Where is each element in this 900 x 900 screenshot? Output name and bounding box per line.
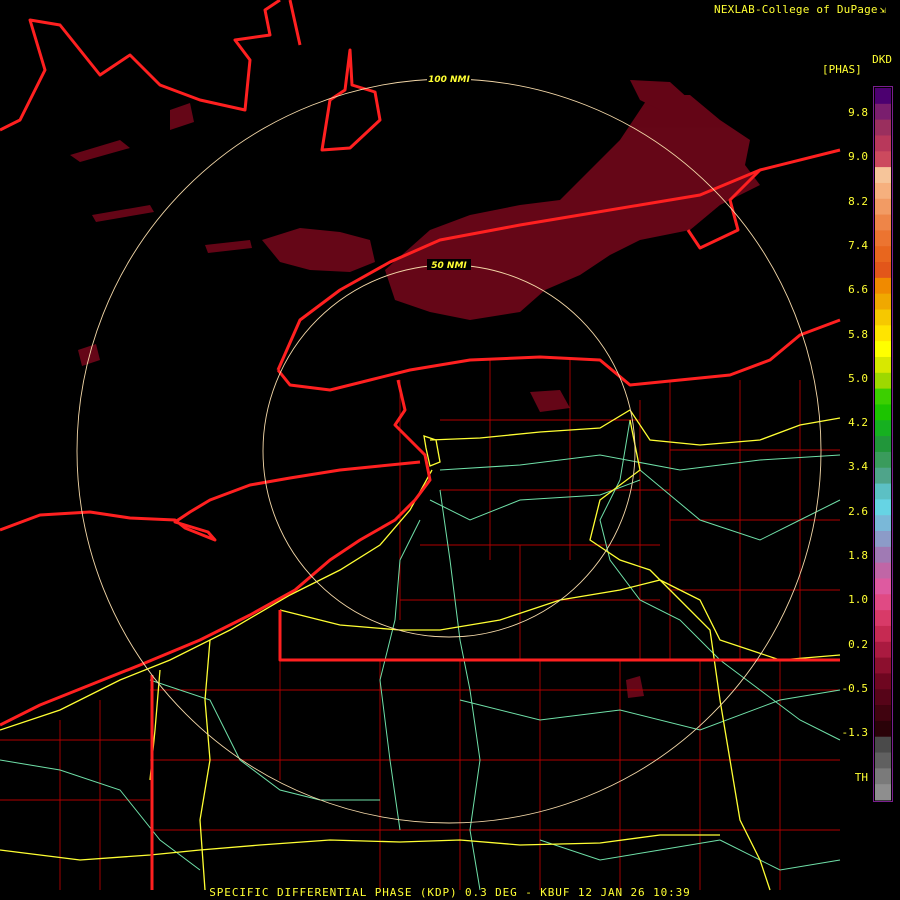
legend-swatch [875, 214, 891, 231]
legend-swatch [875, 610, 891, 627]
legend-swatch [875, 689, 891, 706]
legend-swatch [875, 246, 891, 263]
legend-tick-label: 1.0 [848, 593, 868, 607]
legend-tick-label: 2.6 [848, 504, 868, 518]
legend-swatch [875, 420, 891, 437]
legend-swatch [875, 483, 891, 500]
legend-tick-label: -1.3 [841, 726, 869, 740]
legend-swatch [875, 736, 891, 753]
legend-swatch [875, 546, 891, 564]
legend-swatch [875, 230, 891, 247]
credit-text: NEXLAB-College of DuPage [714, 3, 878, 16]
legend-product: DKD [872, 53, 892, 66]
legend-swatch [875, 293, 891, 310]
legend-swatch [875, 578, 891, 595]
legend-swatch [875, 436, 891, 453]
ring-label-100: 100 NMI [428, 75, 470, 85]
legend-tick-label: 5.8 [848, 327, 868, 341]
legend-swatch [875, 309, 891, 326]
radar-map: 50 NMI 100 NMI [0, 0, 900, 900]
legend-tick-label: TH [854, 770, 868, 784]
legend-swatch [875, 752, 891, 769]
legend-swatch [875, 784, 891, 801]
legend-swatch [875, 88, 891, 105]
legend-tick-label: 6.6 [848, 283, 868, 297]
legend-swatch [875, 467, 891, 484]
legend-swatch [875, 372, 891, 390]
legend-tick-label: -0.5 [841, 681, 869, 695]
legend-swatch [875, 515, 891, 532]
product-caption: SPECIFIC DIFFERENTIAL PHASE (KDP) 0.3 DE… [209, 886, 691, 899]
legend-swatch [875, 404, 891, 421]
legend-tick-label: 4.2 [848, 416, 868, 430]
external-link-icon[interactable]: ⇲ [880, 5, 886, 16]
legend-swatch [875, 341, 891, 358]
legend-swatch [875, 768, 891, 785]
legend-swatch [875, 325, 891, 342]
legend-swatch [875, 135, 891, 152]
legend-swatch [875, 531, 891, 548]
legend-tick-label: 0.2 [848, 637, 868, 651]
legend-swatch [875, 625, 891, 643]
legend-swatch [875, 594, 891, 611]
legend-tick-label: 7.4 [848, 238, 868, 252]
legend-swatch [875, 151, 891, 168]
legend-swatch [875, 657, 891, 674]
legend-tick-label: 3.4 [848, 460, 868, 474]
legend-units: [PHAS] [822, 63, 862, 76]
legend-swatch [875, 673, 891, 690]
legend-swatch [875, 182, 891, 200]
legend-swatch [875, 451, 891, 469]
legend-tick-label: 5.0 [848, 371, 868, 385]
legend-swatch [875, 198, 891, 215]
legend-swatch [875, 119, 891, 136]
legend-swatch [875, 262, 891, 279]
legend-tick-label: 9.8 [848, 106, 868, 119]
legend-swatch [875, 641, 891, 658]
legend-tick-label: 9.0 [848, 150, 868, 164]
legend-tick-label: 8.2 [848, 194, 868, 208]
legend-tick-label: 1.8 [848, 549, 868, 562]
legend-swatch [875, 277, 891, 295]
ring-label-50: 50 NMI [431, 261, 467, 271]
legend-swatch [875, 167, 891, 184]
legend-swatch [875, 720, 891, 738]
credit-line: NEXLAB-College of DuPage ⇲ [714, 3, 886, 16]
legend-swatch [875, 103, 891, 121]
legend-swatch [875, 499, 891, 516]
legend-swatch [875, 562, 891, 579]
legend-swatch [875, 388, 891, 405]
legend-swatch [875, 705, 891, 722]
legend-swatch [875, 356, 891, 374]
legend-color-bar [873, 86, 893, 802]
